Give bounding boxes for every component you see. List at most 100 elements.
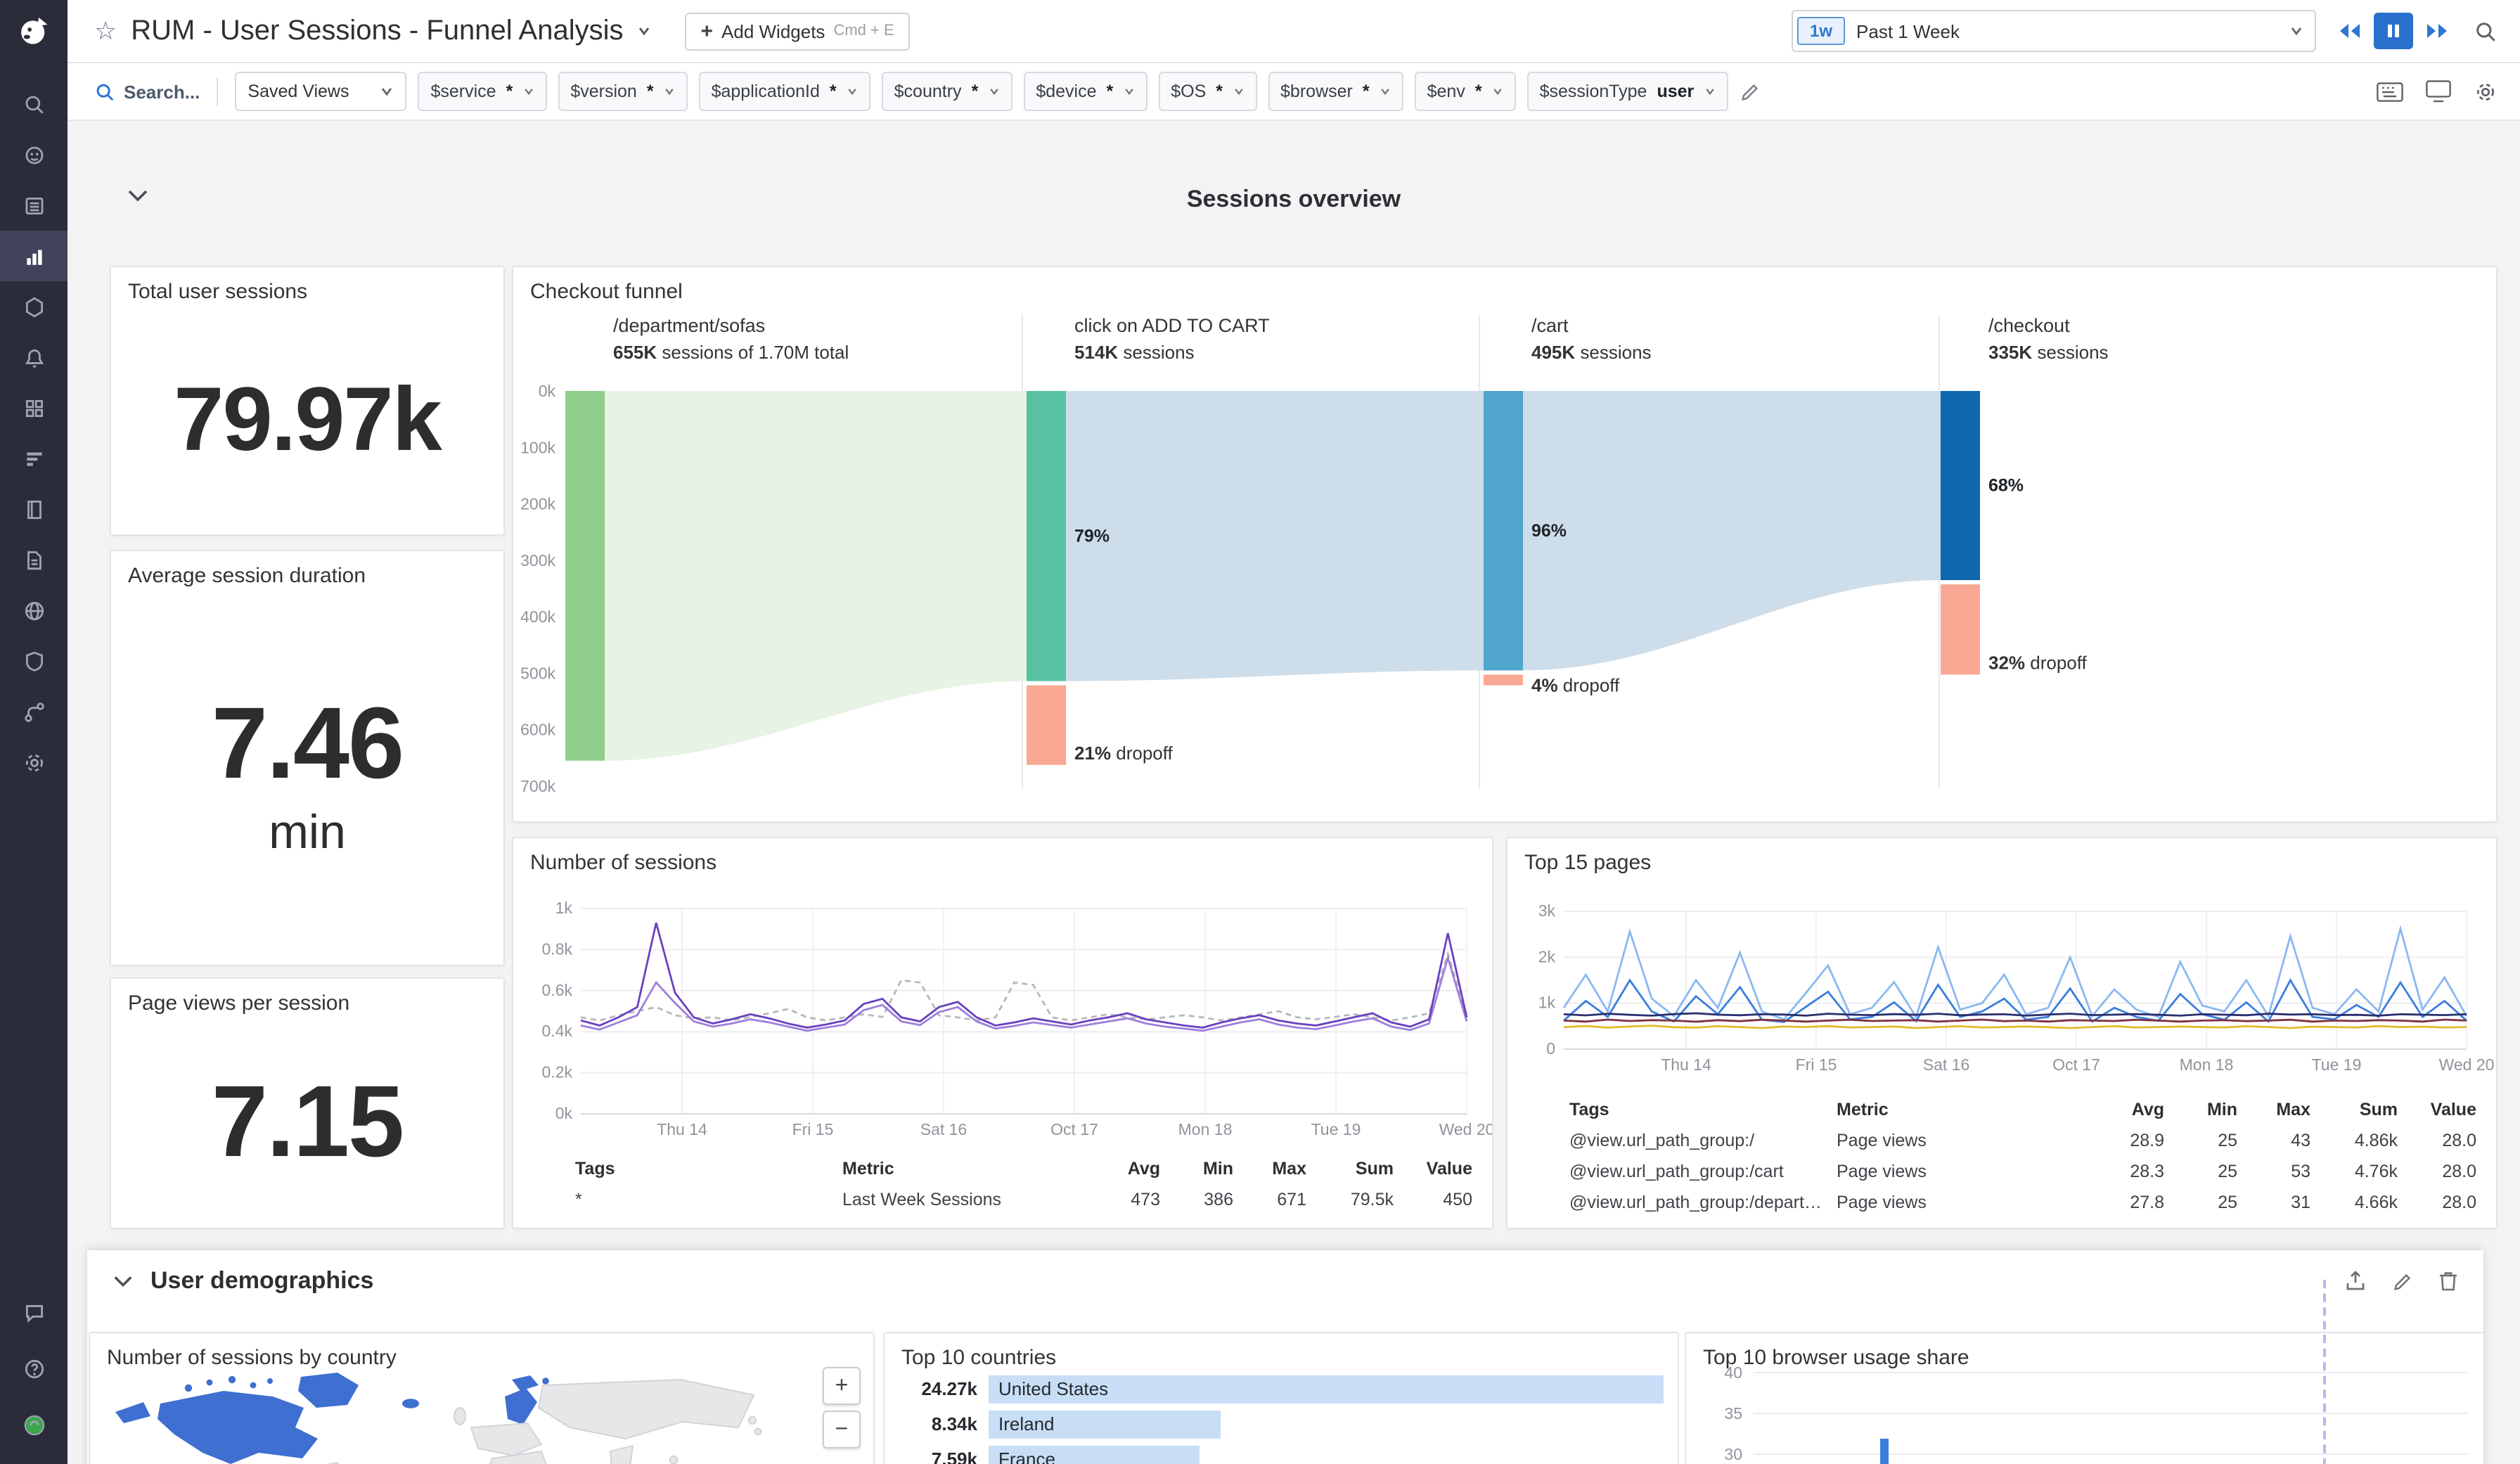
divider (217, 77, 218, 105)
sidebar-settings-icon[interactable] (0, 737, 68, 788)
world-map[interactable] (90, 1370, 873, 1464)
widget-title: Page views per session (111, 979, 503, 1015)
svg-text:40: 40 (1724, 1363, 1742, 1382)
widget-page-views-per-session[interactable]: Page views per session 7.15 (110, 977, 505, 1229)
sidebar-chat-icon[interactable] (0, 1287, 68, 1337)
svg-text:30: 30 (1724, 1445, 1742, 1463)
svg-text:400k: 400k (520, 608, 555, 626)
table-row[interactable]: *Last Week Sessions 47338667179.5k450 (539, 1184, 1472, 1215)
tv-mode-icon[interactable] (2426, 80, 2451, 103)
widget-browser-usage-share[interactable]: Top 10 browser usage share 403530 (1685, 1332, 2483, 1464)
sessions-table: TagsMetricAvgMinMaxSumValue *Last Week S… (539, 1153, 1472, 1229)
sidebar-events-icon[interactable] (0, 180, 68, 231)
title-chevron-down-icon[interactable] (638, 24, 652, 38)
user-demographics-section: User demographics Number of sessions by … (87, 1250, 2483, 1464)
svg-text:68%: 68% (1988, 475, 2024, 495)
datadog-logo[interactable] (10, 8, 58, 56)
sidebar-monitors-icon[interactable] (0, 332, 68, 383)
widget-total-sessions[interactable]: Total user sessions 79.97k (110, 266, 505, 536)
sidebar-apm-icon[interactable] (0, 433, 68, 484)
settings-gear-icon[interactable] (2474, 79, 2498, 103)
dashboard-header: ☆ RUM - User Sessions - Funnel Analysis … (68, 0, 2520, 63)
pause-button[interactable] (2374, 13, 2413, 49)
total-sessions-value: 79.97k (174, 374, 441, 464)
rewind-button[interactable] (2330, 13, 2370, 49)
fast-forward-button[interactable] (2417, 13, 2457, 49)
sidebar-security-icon[interactable] (0, 636, 68, 686)
template-variable-pill-country[interactable]: $country * (882, 72, 1012, 111)
map-zoom-controls: + − (823, 1367, 861, 1449)
country-row[interactable]: 24.27k United States (893, 1373, 1664, 1405)
sidebar-logs-icon[interactable] (0, 534, 68, 585)
add-widgets-button[interactable]: + Add Widgets Cmd + E (686, 12, 910, 50)
template-variable-pill-browser[interactable]: $browser * (1268, 72, 1403, 111)
widget-title: Total user sessions (111, 267, 503, 304)
svg-text:655K sessions of 1.70M total: 655K sessions of 1.70M total (613, 342, 849, 363)
table-row[interactable] (539, 1215, 1472, 1229)
collapse-demographics-icon[interactable] (112, 1274, 134, 1288)
chevron-down-icon (988, 86, 999, 97)
edit-pencil-icon[interactable] (2392, 1271, 2413, 1292)
saved-views-dropdown[interactable]: Saved Views (235, 72, 406, 111)
svg-text:Wed 20: Wed 20 (2439, 1055, 2495, 1074)
svg-text:Wed 20: Wed 20 (1439, 1120, 1492, 1138)
table-row[interactable]: @view.url_path_group:/cartPage views 28.… (1533, 1156, 2476, 1187)
sidebar-search-icon[interactable] (0, 79, 68, 129)
table-row[interactable]: @view.url_path_group:/Page views 28.9254… (1533, 1125, 2476, 1156)
country-row[interactable]: 8.34k Ireland (893, 1408, 1664, 1440)
widget-avg-session-duration[interactable]: Average session duration 7.46 min (110, 550, 505, 966)
page-views-value: 7.15 (212, 1071, 403, 1172)
widget-sessions-by-country[interactable]: Number of sessions by country + − (89, 1332, 875, 1464)
sidebar-synthetics-icon[interactable] (0, 585, 68, 636)
edit-variables-pencil-icon[interactable] (1739, 81, 1760, 102)
dashboard-canvas: Sessions overview Total user sessions 79… (68, 121, 2520, 1464)
country-row[interactable]: 7.59k France (893, 1443, 1664, 1464)
sidebar-status-icon[interactable] (0, 1399, 68, 1450)
svg-text:Mon 18: Mon 18 (2180, 1055, 2234, 1074)
sidebar-infrastructure-icon[interactable] (0, 281, 68, 332)
template-variable-pill-OS[interactable]: $OS * (1158, 72, 1256, 111)
svg-text:600k: 600k (520, 721, 555, 739)
delete-trash-icon[interactable] (2438, 1270, 2458, 1292)
widget-checkout-funnel[interactable]: Checkout funnel 0k100k200k300k400k500k60… (512, 266, 2498, 823)
overview-section-title: Sessions overview (68, 186, 2520, 214)
svg-text:514K sessions: 514K sessions (1074, 342, 1195, 363)
template-variable-pill-service[interactable]: $service * (418, 72, 547, 111)
fast-forward-icon (2426, 23, 2448, 39)
saved-views-label: Saved Views (248, 82, 349, 101)
svg-text:0.6k: 0.6k (542, 981, 573, 999)
sidebar-dashboards-icon[interactable] (0, 231, 68, 281)
template-variable-pill-env[interactable]: $env * (1415, 72, 1516, 111)
chevron-down-icon (1492, 86, 1503, 97)
sidebar-help-icon[interactable] (0, 1343, 68, 1394)
svg-text:32% dropoff: 32% dropoff (1988, 652, 2088, 673)
widget-top-15-pages[interactable]: Top 15 pages 01k2k3kThu 14Fri 15Sat 16Oc… (1506, 837, 2498, 1229)
sidebar-ci-icon[interactable] (0, 686, 68, 737)
filter-bar: Search... Saved Views $service * $versio… (68, 63, 2520, 121)
sidebar-integrations-icon[interactable] (0, 383, 68, 433)
zoom-in-button[interactable]: + (823, 1367, 861, 1405)
widget-title: Checkout funnel (513, 267, 2496, 304)
graph-zoom-button[interactable] (2471, 19, 2500, 43)
browser-bar-chart: 403530 (1686, 1361, 2483, 1464)
svg-text:/cart: /cart (1531, 315, 1569, 336)
template-variable-pill-version[interactable]: $version * (558, 72, 687, 111)
template-variable-pill-device[interactable]: $device * (1023, 72, 1147, 111)
keyboard-shortcuts-icon[interactable] (2377, 81, 2403, 102)
table-row[interactable]: @view.url_path_group:/department/...Page… (1533, 1187, 2476, 1218)
time-preset-chip[interactable]: 1w (1797, 17, 1845, 45)
sidebar-notebooks-icon[interactable] (0, 484, 68, 534)
demographics-section-title: User demographics (150, 1267, 373, 1295)
widget-top-10-countries[interactable]: Top 10 countries 24.27k United States 8.… (883, 1332, 1679, 1464)
svg-text:1k: 1k (1538, 994, 1556, 1012)
template-variable-pill-sessionType[interactable]: $sessionType user (1527, 72, 1728, 111)
top-pages-table: TagsMetricAvgMinMaxSumValue @view.url_pa… (1533, 1094, 2476, 1218)
sidebar-watchdog-icon[interactable] (0, 129, 68, 180)
widget-number-of-sessions[interactable]: Number of sessions 0k0.2k0.4k0.6k0.8k1kT… (512, 837, 1493, 1229)
time-range-picker[interactable]: 1w Past 1 Week (1792, 10, 2316, 52)
dashboard-search[interactable]: Search... (94, 81, 200, 102)
template-variable-pill-applicationId[interactable]: $applicationId * (699, 72, 870, 111)
favorite-star-icon[interactable]: ☆ (94, 18, 117, 44)
zoom-out-button[interactable]: − (823, 1411, 861, 1449)
export-icon[interactable] (2344, 1270, 2367, 1292)
